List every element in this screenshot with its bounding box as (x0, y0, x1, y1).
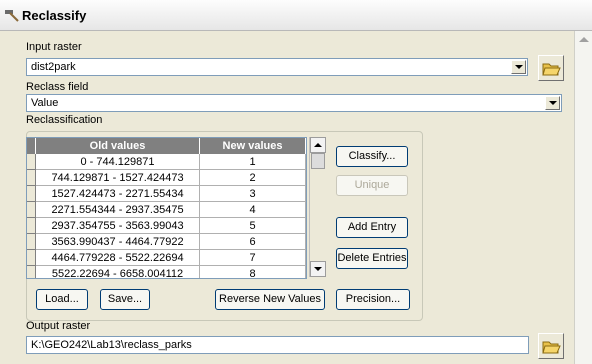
row-selector[interactable] (27, 250, 36, 266)
old-value-cell[interactable]: 2271.554344 - 2937.35475 (36, 202, 200, 218)
old-value-cell[interactable]: 5522.22694 - 6658.004112 (36, 266, 200, 278)
input-raster-label: Input raster (26, 41, 82, 53)
scroll-thumb[interactable] (311, 153, 325, 169)
table-row[interactable]: 2937.354755 - 3563.99043 5 (27, 218, 306, 234)
old-value-cell[interactable]: 2937.354755 - 3563.99043 (36, 218, 200, 234)
open-folder-icon (542, 341, 561, 354)
classify-button[interactable]: Classify... (336, 146, 408, 167)
input-raster-browse-button[interactable] (538, 55, 564, 81)
table-corner (27, 138, 36, 154)
window-title: Reclassify (22, 8, 87, 23)
save-button[interactable]: Save... (100, 289, 150, 310)
new-value-cell[interactable]: 7 (200, 250, 306, 266)
column-header-old-values[interactable]: Old values (36, 138, 200, 154)
output-raster-label: Output raster (26, 320, 91, 332)
row-selector[interactable] (27, 170, 36, 186)
scroll-up-icon[interactable] (310, 137, 326, 153)
row-selector[interactable] (27, 234, 36, 250)
reclass-table[interactable]: Old values New values 0 - 744.129871 1 7… (26, 137, 307, 279)
output-raster-browse-button[interactable] (538, 333, 564, 359)
old-value-cell[interactable]: 1527.424473 - 2271.55434 (36, 186, 200, 202)
precision-button[interactable]: Precision... (336, 289, 410, 310)
reclass-field-dropdown[interactable]: Value (26, 94, 562, 112)
table-row[interactable]: 4464.779228 - 5522.22694 7 (27, 250, 306, 266)
row-selector[interactable] (27, 154, 36, 170)
open-folder-icon (542, 63, 561, 76)
column-header-new-values[interactable]: New values (200, 138, 306, 154)
scroll-up-icon[interactable] (579, 37, 589, 42)
old-value-cell[interactable]: 0 - 744.129871 (36, 154, 200, 170)
title-bar: Reclassify (0, 0, 592, 31)
output-raster-input[interactable]: K:\GEO242\Lab13\reclass_parks (26, 336, 529, 354)
new-value-cell[interactable]: 3 (200, 186, 306, 202)
reclassification-label: Reclassification (26, 114, 103, 126)
row-selector[interactable] (27, 202, 36, 218)
table-row[interactable]: 3563.990437 - 4464.77922 6 (27, 234, 306, 250)
table-scrollbar[interactable] (309, 137, 326, 277)
hammer-icon (5, 10, 19, 22)
chevron-down-icon[interactable] (511, 60, 526, 74)
scroll-down-icon[interactable] (310, 261, 326, 277)
new-value-cell[interactable]: 8 (200, 266, 306, 278)
dialog-scrollbar[interactable] (574, 31, 592, 364)
delete-entries-button[interactable]: Delete Entries (336, 248, 408, 269)
table-row[interactable]: 2271.554344 - 2937.35475 4 (27, 202, 306, 218)
chevron-down-icon[interactable] (545, 96, 560, 110)
row-selector[interactable] (27, 218, 36, 234)
input-raster-dropdown[interactable]: dist2park (26, 58, 528, 76)
new-value-cell[interactable]: 2 (200, 170, 306, 186)
old-value-cell[interactable]: 744.129871 - 1527.424473 (36, 170, 200, 186)
old-value-cell[interactable]: 4464.779228 - 5522.22694 (36, 250, 200, 266)
new-value-cell[interactable]: 6 (200, 234, 306, 250)
unique-button[interactable]: Unique (336, 175, 408, 196)
table-row[interactable]: 744.129871 - 1527.424473 2 (27, 170, 306, 186)
new-value-cell[interactable]: 1 (200, 154, 306, 170)
table-row[interactable]: 0 - 744.129871 1 (27, 154, 306, 170)
output-raster-value: K:\GEO242\Lab13\reclass_parks (31, 339, 192, 351)
row-selector[interactable] (27, 266, 36, 278)
old-value-cell[interactable]: 3563.990437 - 4464.77922 (36, 234, 200, 250)
table-row[interactable]: 1527.424473 - 2271.55434 3 (27, 186, 306, 202)
add-entry-button[interactable]: Add Entry (336, 217, 408, 238)
table-row[interactable]: 5522.22694 - 6658.004112 8 (27, 266, 306, 278)
row-selector[interactable] (27, 186, 36, 202)
reclass-field-label: Reclass field (26, 81, 89, 93)
input-raster-value: dist2park (31, 61, 76, 73)
reverse-new-values-button[interactable]: Reverse New Values (215, 289, 325, 310)
reclass-field-value: Value (31, 97, 59, 109)
new-value-cell[interactable]: 5 (200, 218, 306, 234)
load-button[interactable]: Load... (36, 289, 88, 310)
new-value-cell[interactable]: 4 (200, 202, 306, 218)
